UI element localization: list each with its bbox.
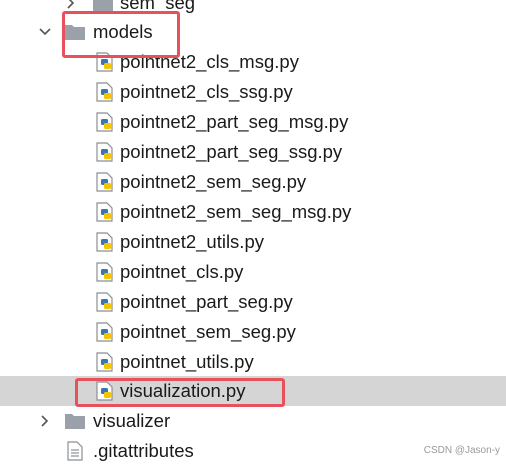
python-file-icon: [96, 292, 113, 312]
folder-icon: [65, 414, 85, 429]
project-file-tree: sem_seg models pointnet2_cls_msg.py poin…: [0, 0, 506, 465]
file-label-gitattributes: .gitattributes: [93, 440, 194, 461]
watermark-text: CSDN @Jason-y: [423, 445, 500, 456]
python-file-icon: [96, 172, 113, 192]
file-label: pointnet_part_seg.py: [120, 291, 293, 312]
file-label: pointnet_sem_seg.py: [120, 321, 296, 342]
file-label: pointnet2_cls_ssg.py: [120, 81, 293, 102]
tree-row-visualizer-folder[interactable]: visualizer: [0, 406, 506, 436]
python-file-icon: [96, 82, 113, 102]
python-file-icon: [96, 112, 113, 132]
python-file-icon: [96, 352, 113, 372]
tree-row-python-file[interactable]: pointnet2_cls_ssg.py: [0, 77, 506, 107]
file-label: pointnet2_sem_seg_msg.py: [120, 201, 352, 222]
python-file-icon: [96, 322, 113, 342]
file-label: pointnet2_utils.py: [120, 231, 264, 252]
chevron-down-icon[interactable]: [38, 25, 52, 39]
python-file-icon: [96, 232, 113, 252]
tree-row-python-file[interactable]: pointnet2_utils.py: [0, 227, 506, 257]
python-file-icon: [96, 142, 113, 162]
folder-label-visualizer: visualizer: [93, 410, 171, 431]
file-label: pointnet2_sem_seg.py: [120, 171, 307, 192]
file-label: pointnet2_part_seg_ssg.py: [120, 141, 343, 162]
tree-row-python-file[interactable]: pointnet2_part_seg_msg.py: [0, 107, 506, 137]
tree-row-python-file[interactable]: pointnet_sem_seg.py: [0, 317, 506, 347]
annotation-box-visualization: [75, 378, 285, 407]
chevron-right-icon[interactable]: [64, 0, 78, 10]
tree-row-python-file[interactable]: pointnet_cls.py: [0, 257, 506, 287]
tree-row-python-file[interactable]: pointnet2_part_seg_ssg.py: [0, 137, 506, 167]
tree-row-python-file[interactable]: pointnet2_sem_seg.py: [0, 167, 506, 197]
tree-row-python-file[interactable]: pointnet_part_seg.py: [0, 287, 506, 317]
tree-row-python-file[interactable]: pointnet2_sem_seg_msg.py: [0, 197, 506, 227]
file-label: pointnet2_part_seg_msg.py: [120, 111, 349, 132]
annotation-box-models: [62, 11, 180, 58]
python-file-icon: [96, 262, 113, 282]
file-label: pointnet_cls.py: [120, 261, 244, 282]
text-file-icon: [67, 441, 83, 461]
tree-row-python-file[interactable]: pointnet_utils.py: [0, 347, 506, 377]
chevron-right-icon[interactable]: [38, 414, 52, 428]
python-file-icon: [96, 202, 113, 222]
file-label: pointnet_utils.py: [120, 351, 254, 372]
